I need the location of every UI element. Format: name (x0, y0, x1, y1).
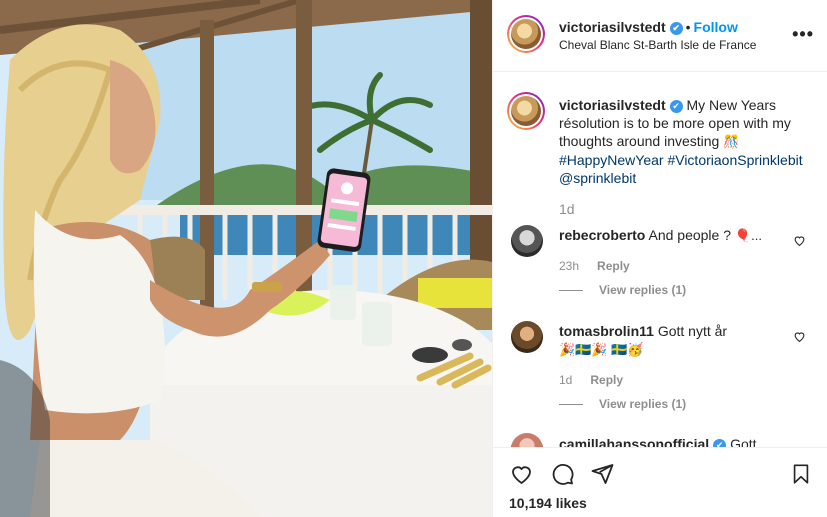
post-details-panel: victoriasilvstedt ✔ • Follow Cheval Blanc S… (492, 0, 827, 517)
comment-meta: 1d Reply (559, 373, 623, 387)
comment-body: rebecroberto And people ? 🎈... (559, 226, 779, 245)
comment-avatar[interactable] (511, 433, 543, 447)
post-photo[interactable] (0, 0, 492, 517)
hashtag-link[interactable]: #VictoriaonSprinklebit (667, 152, 802, 168)
view-replies-button[interactable]: View replies (1) (559, 283, 686, 297)
caption-avatar[interactable] (507, 92, 545, 130)
comment-emoji: 🎉🇸🇪🎉 🇸🇪🥳 (559, 342, 644, 357)
caption-emoji: 🎊 (723, 134, 740, 149)
verified-badge-icon: ✔ (713, 439, 727, 447)
hashtag-link[interactable]: #HappyNewYear (559, 152, 664, 168)
comment-icon[interactable] (550, 462, 575, 486)
comment-heart-icon[interactable] (793, 330, 806, 343)
comment-username[interactable]: camillahanssonofficial (559, 436, 709, 447)
comment-emoji: 🎈... (734, 228, 762, 243)
comment-text: And people ? (648, 227, 732, 243)
heart-icon[interactable] (509, 462, 534, 486)
verified-badge-icon: ✔ (669, 22, 683, 35)
comment-heart-icon[interactable] (793, 234, 806, 247)
avatar[interactable] (507, 15, 545, 53)
follow-button[interactable]: Follow (694, 19, 738, 35)
caption-username[interactable]: victoriasilvstedt (559, 97, 666, 113)
comment-body: camillahanssonofficial ✔ Gott (559, 435, 809, 447)
post-author: victoriasilvstedt ✔ • Follow (559, 19, 738, 35)
divider (559, 404, 583, 406)
comment-avatar[interactable] (511, 225, 543, 257)
caption-timestamp[interactable]: 1d (559, 201, 575, 217)
reply-button[interactable]: Reply (597, 259, 630, 273)
view-replies-label[interactable]: View replies (1) (599, 283, 686, 297)
view-replies-label[interactable]: View replies (1) (599, 397, 686, 411)
location-link[interactable]: Cheval Blanc St-Barth Isle de France (559, 38, 756, 52)
mention-link[interactable]: @sprinklebit (559, 170, 636, 186)
comment-body: tomasbrolin11 Gott nytt år 🎉🇸🇪🎉 🇸🇪🥳 (559, 322, 779, 359)
comment-timestamp[interactable]: 23h (559, 259, 579, 273)
post-photo-illustration (0, 0, 492, 517)
comment-meta: 23h Reply (559, 259, 630, 273)
verified-badge-icon: ✔ (669, 100, 683, 113)
comment-avatar[interactable] (511, 321, 543, 353)
post-actions: 10,194 likes (493, 447, 827, 517)
comment-username[interactable]: tomasbrolin11 (559, 323, 654, 339)
reply-button[interactable]: Reply (590, 373, 623, 387)
bookmark-icon[interactable] (790, 462, 812, 486)
post-caption: victoriasilvstedt ✔ My New Years résoluti… (559, 96, 809, 187)
share-icon[interactable] (590, 462, 615, 486)
separator-dot: • (685, 19, 691, 35)
comments-section[interactable]: victoriasilvstedt ✔ My New Years résoluti… (493, 73, 827, 447)
comment-username[interactable]: rebecroberto (559, 227, 645, 243)
username-link[interactable]: victoriasilvstedt (559, 19, 666, 35)
more-options-icon[interactable]: ••• (792, 24, 814, 45)
comment-timestamp[interactable]: 1d (559, 373, 572, 387)
divider (559, 290, 583, 292)
comment-text: Gott (730, 436, 757, 447)
view-replies-button[interactable]: View replies (1) (559, 397, 686, 411)
likes-count[interactable]: 10,194 likes (509, 495, 587, 511)
post-header: victoriasilvstedt ✔ • Follow Cheval Blanc S… (493, 0, 827, 72)
comment-text: Gott nytt år (657, 323, 728, 339)
